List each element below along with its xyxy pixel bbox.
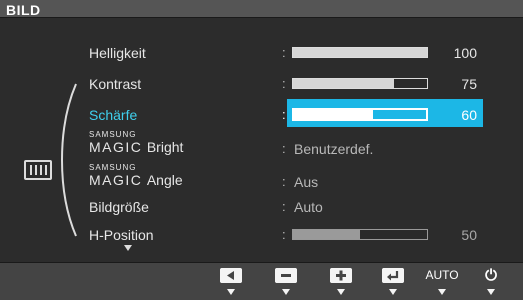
menu-panel: Helligkeit : 100 Kontrast : 75 Schärfe :…	[0, 18, 523, 262]
magic-bright-value: Benutzerdef.	[294, 141, 374, 157]
menu-item-label: Schärfe	[89, 107, 138, 123]
separator-colon: :	[282, 227, 286, 242]
separator-colon: :	[282, 76, 286, 91]
separator-colon: :	[282, 174, 286, 189]
left-arrow-icon	[220, 268, 242, 283]
scroll-down-indicator-icon	[124, 245, 132, 251]
samsung-wordmark: SAMSUNG	[89, 163, 137, 172]
chevron-down-icon	[227, 289, 235, 295]
menu-item-kontrast[interactable]: Kontrast : 75	[0, 72, 523, 96]
brightness-value: 100	[453, 45, 477, 61]
menu-item-label: Bright	[146, 139, 184, 155]
h-position-slider[interactable]	[292, 229, 428, 240]
auto-button[interactable]: AUTO	[425, 268, 459, 298]
chevron-down-icon	[487, 289, 495, 295]
left-button[interactable]	[216, 268, 246, 298]
brightness-slider[interactable]	[292, 47, 428, 58]
separator-colon: :	[282, 107, 286, 122]
contrast-slider[interactable]	[292, 78, 428, 89]
separator-colon: :	[282, 199, 286, 214]
menu-item-bildgroesse[interactable]: Bildgröße : Auto	[0, 195, 523, 219]
menu-item-label: Angle	[146, 172, 183, 188]
magic-bright-label: SAMSUNG MAGIC Bright	[89, 130, 183, 157]
separator-colon: :	[282, 45, 286, 60]
menu-item-schaerfe[interactable]: Schärfe : 60	[0, 99, 523, 127]
menu-item-label: H-Position	[89, 227, 154, 243]
plus-button[interactable]	[326, 268, 356, 298]
enter-button[interactable]	[378, 268, 408, 298]
chevron-down-icon	[282, 289, 290, 295]
menu-item-label: Bildgröße	[89, 199, 149, 215]
plus-icon	[330, 268, 352, 283]
menu-title: BILD	[6, 2, 41, 18]
power-icon: ⏻	[485, 267, 497, 284]
menu-item-magic-angle[interactable]: SAMSUNG MAGIC Angle : Aus	[0, 163, 523, 191]
button-guide-bar: AUTO ⏻	[0, 262, 523, 300]
power-button[interactable]: ⏻	[476, 267, 506, 298]
sharpness-slider[interactable]	[292, 108, 428, 121]
magic-wordmark: MAGIC	[89, 139, 143, 155]
minus-icon	[275, 268, 297, 283]
magic-angle-label: SAMSUNG MAGIC Angle	[89, 163, 183, 190]
menu-item-label: Helligkeit	[89, 45, 146, 61]
auto-label: AUTO	[425, 268, 459, 282]
chevron-down-icon	[389, 289, 397, 295]
separator-colon: :	[282, 141, 286, 156]
magic-wordmark: MAGIC	[89, 172, 143, 188]
menu-item-helligkeit[interactable]: Helligkeit : 100	[0, 41, 523, 65]
menu-item-h-position[interactable]: H-Position : 50	[0, 223, 523, 247]
contrast-value: 75	[461, 76, 477, 92]
sharpness-value: 60	[461, 107, 477, 123]
menu-item-magic-bright[interactable]: SAMSUNG MAGIC Bright : Benutzerdef.	[0, 130, 523, 158]
magic-angle-value: Aus	[294, 174, 319, 190]
chevron-down-icon	[337, 289, 345, 295]
image-size-value: Auto	[294, 199, 323, 215]
enter-icon	[382, 268, 404, 283]
h-position-value: 50	[461, 227, 477, 243]
osd-window: BILD Helligkeit : 100 Kontrast : 75 Schä…	[0, 0, 523, 300]
samsung-wordmark: SAMSUNG	[89, 130, 137, 139]
title-bar: BILD	[0, 0, 523, 18]
minus-button[interactable]	[271, 268, 301, 298]
menu-item-label: Kontrast	[89, 76, 142, 92]
chevron-down-icon	[438, 289, 446, 295]
